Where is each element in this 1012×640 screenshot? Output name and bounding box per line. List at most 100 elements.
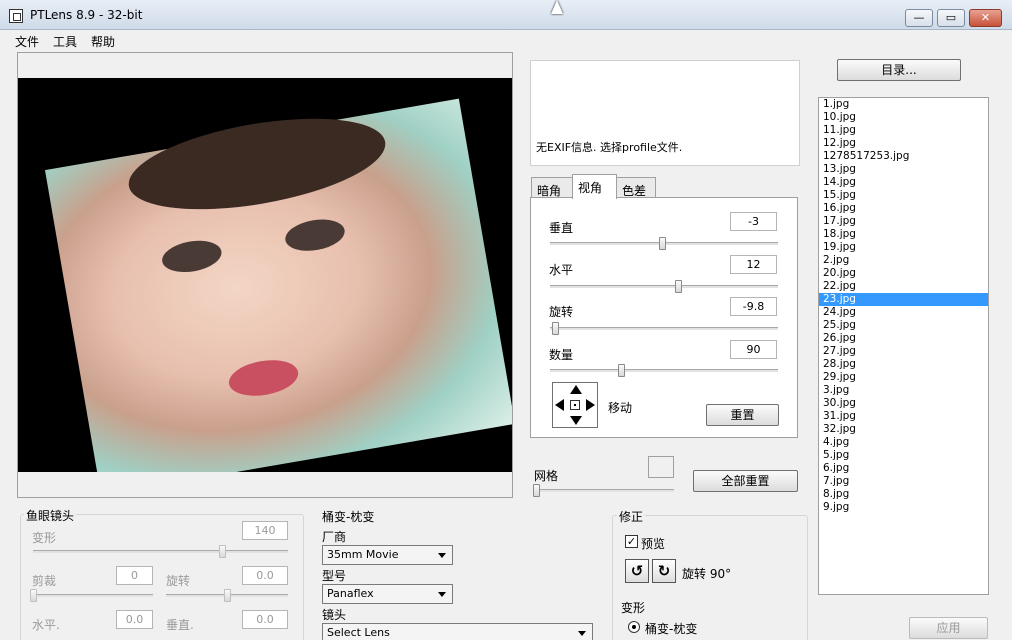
amount-value[interactable]: 90: [730, 340, 777, 359]
minimize-button[interactable]: —: [905, 9, 933, 27]
lens-select[interactable]: Select Lens: [322, 623, 593, 640]
horizontal-slider-thumb[interactable]: [674, 280, 682, 293]
fisheye-vert-label: 垂直.: [166, 618, 194, 632]
move-label: 移动: [608, 401, 633, 415]
rotate-slider[interactable]: [550, 322, 778, 335]
file-list-item[interactable]: 27.jpg: [819, 345, 988, 358]
file-list-item[interactable]: 15.jpg: [819, 189, 988, 202]
photo-eye-right: [282, 215, 348, 256]
fisheye-vert-value[interactable]: 0.0: [242, 610, 288, 629]
file-list-item[interactable]: 29.jpg: [819, 371, 988, 384]
file-list-item[interactable]: 25.jpg: [819, 319, 988, 332]
fisheye-distort-thumb[interactable]: [218, 545, 226, 558]
preview-checkbox[interactable]: ✓: [625, 535, 638, 548]
file-list-item[interactable]: 30.jpg: [819, 397, 988, 410]
file-list-item[interactable]: 7.jpg: [819, 475, 988, 488]
file-list-item[interactable]: 16.jpg: [819, 202, 988, 215]
model-select-value: Panaflex: [327, 587, 374, 600]
model-label: 型号: [322, 569, 347, 583]
fisheye-horiz-value[interactable]: 0.0: [116, 610, 153, 629]
amount-slider-thumb[interactable]: [617, 364, 625, 377]
file-list-item[interactable]: 31.jpg: [819, 410, 988, 423]
file-list-item[interactable]: 1.jpg: [819, 98, 988, 111]
exif-info-box: 无EXIF信息. 选择profile文件.: [530, 60, 800, 166]
move-arrows-pad[interactable]: [552, 382, 598, 428]
move-down-icon[interactable]: [570, 416, 582, 425]
file-list-item[interactable]: 23.jpg: [819, 293, 988, 306]
file-list-item[interactable]: 10.jpg: [819, 111, 988, 124]
horizontal-label: 水平: [549, 263, 574, 277]
file-list-item[interactable]: 19.jpg: [819, 241, 988, 254]
fisheye-shear-value[interactable]: 0: [116, 566, 153, 585]
file-list-item[interactable]: 9.jpg: [819, 501, 988, 514]
file-list-item[interactable]: 24.jpg: [819, 306, 988, 319]
file-list-item[interactable]: 3.jpg: [819, 384, 988, 397]
rotate-ccw-icon: ↺: [630, 562, 644, 580]
file-list-item[interactable]: 4.jpg: [819, 436, 988, 449]
file-list-item[interactable]: 18.jpg: [819, 228, 988, 241]
directory-button[interactable]: 目录...: [837, 59, 961, 81]
grid-slider-thumb[interactable]: [533, 484, 540, 497]
vertical-slider-thumb[interactable]: [658, 237, 666, 250]
reset-button[interactable]: 重置: [706, 404, 779, 426]
file-list-item[interactable]: 12.jpg: [819, 137, 988, 150]
file-list-item[interactable]: 17.jpg: [819, 215, 988, 228]
move-right-icon[interactable]: [586, 399, 595, 411]
fisheye-distort-slider[interactable]: [33, 545, 288, 558]
apply-button[interactable]: 应用: [909, 617, 988, 639]
move-left-icon[interactable]: [555, 399, 564, 411]
amount-slider[interactable]: [550, 364, 778, 377]
vertical-slider[interactable]: [550, 237, 778, 250]
menu-file[interactable]: 文件: [15, 33, 39, 50]
grid-slider[interactable]: [533, 484, 674, 497]
close-button[interactable]: ✕: [969, 9, 1002, 27]
image-preview[interactable]: [18, 78, 512, 472]
fisheye-rotate-value[interactable]: 0.0: [242, 566, 288, 585]
file-list-item[interactable]: 28.jpg: [819, 358, 988, 371]
horizontal-slider[interactable]: [550, 280, 778, 293]
fisheye-shear-slider[interactable]: [30, 589, 153, 602]
vendor-select[interactable]: 35mm Movie: [322, 545, 453, 565]
file-list-item[interactable]: 8.jpg: [819, 488, 988, 501]
maximize-button[interactable]: ▭: [937, 9, 965, 27]
move-center-icon[interactable]: [570, 400, 580, 410]
file-list[interactable]: 1.jpg 10.jpg 11.jpg 12.jpg 1278517253.jpg 13.…: [818, 97, 989, 595]
app-icon: [9, 9, 23, 23]
horizontal-value[interactable]: 12: [730, 255, 777, 274]
rotate-value[interactable]: -9.8: [730, 297, 777, 316]
model-select[interactable]: Panaflex: [322, 584, 453, 604]
barrel-radio[interactable]: [628, 621, 640, 633]
file-list-item[interactable]: 5.jpg: [819, 449, 988, 462]
file-list-item[interactable]: 2.jpg: [819, 254, 988, 267]
vendor-label: 厂商: [322, 530, 347, 544]
fisheye-rotate-slider[interactable]: [166, 589, 288, 602]
fisheye-shear-thumb[interactable]: [30, 589, 37, 602]
file-list-item[interactable]: 22.jpg: [819, 280, 988, 293]
reset-all-button[interactable]: 全部重置: [693, 470, 798, 492]
lens-label: 镜头: [322, 608, 347, 622]
file-list-item[interactable]: 6.jpg: [819, 462, 988, 475]
file-list-item[interactable]: 11.jpg: [819, 124, 988, 137]
tab-chromatic[interactable]: 色差: [616, 177, 656, 198]
file-list-item[interactable]: 1278517253.jpg: [819, 150, 988, 163]
file-list-item[interactable]: 26.jpg: [819, 332, 988, 345]
rotate-slider-thumb[interactable]: [551, 322, 559, 335]
preview-label: 预览: [641, 537, 666, 551]
fisheye-rotate-thumb[interactable]: [224, 589, 231, 602]
rotate-left-button[interactable]: ↺: [625, 559, 649, 583]
menu-tools[interactable]: 工具: [53, 33, 77, 50]
grid-color-swatch[interactable]: [648, 456, 674, 478]
fisheye-distort-value[interactable]: 140: [242, 521, 288, 540]
file-list-item[interactable]: 13.jpg: [819, 163, 988, 176]
file-list-item[interactable]: 32.jpg: [819, 423, 988, 436]
move-up-icon[interactable]: [570, 385, 582, 394]
tab-perspective[interactable]: 视角: [572, 174, 617, 199]
tab-vignetting[interactable]: 暗角: [531, 177, 573, 198]
file-list-item[interactable]: 20.jpg: [819, 267, 988, 280]
rotate-right-button[interactable]: ↻: [652, 559, 676, 583]
file-list-item[interactable]: 14.jpg: [819, 176, 988, 189]
vertical-value[interactable]: -3: [730, 212, 777, 231]
photo: [44, 98, 512, 472]
menu-help[interactable]: 帮助: [91, 33, 115, 50]
vendor-select-value: 35mm Movie: [327, 548, 399, 561]
